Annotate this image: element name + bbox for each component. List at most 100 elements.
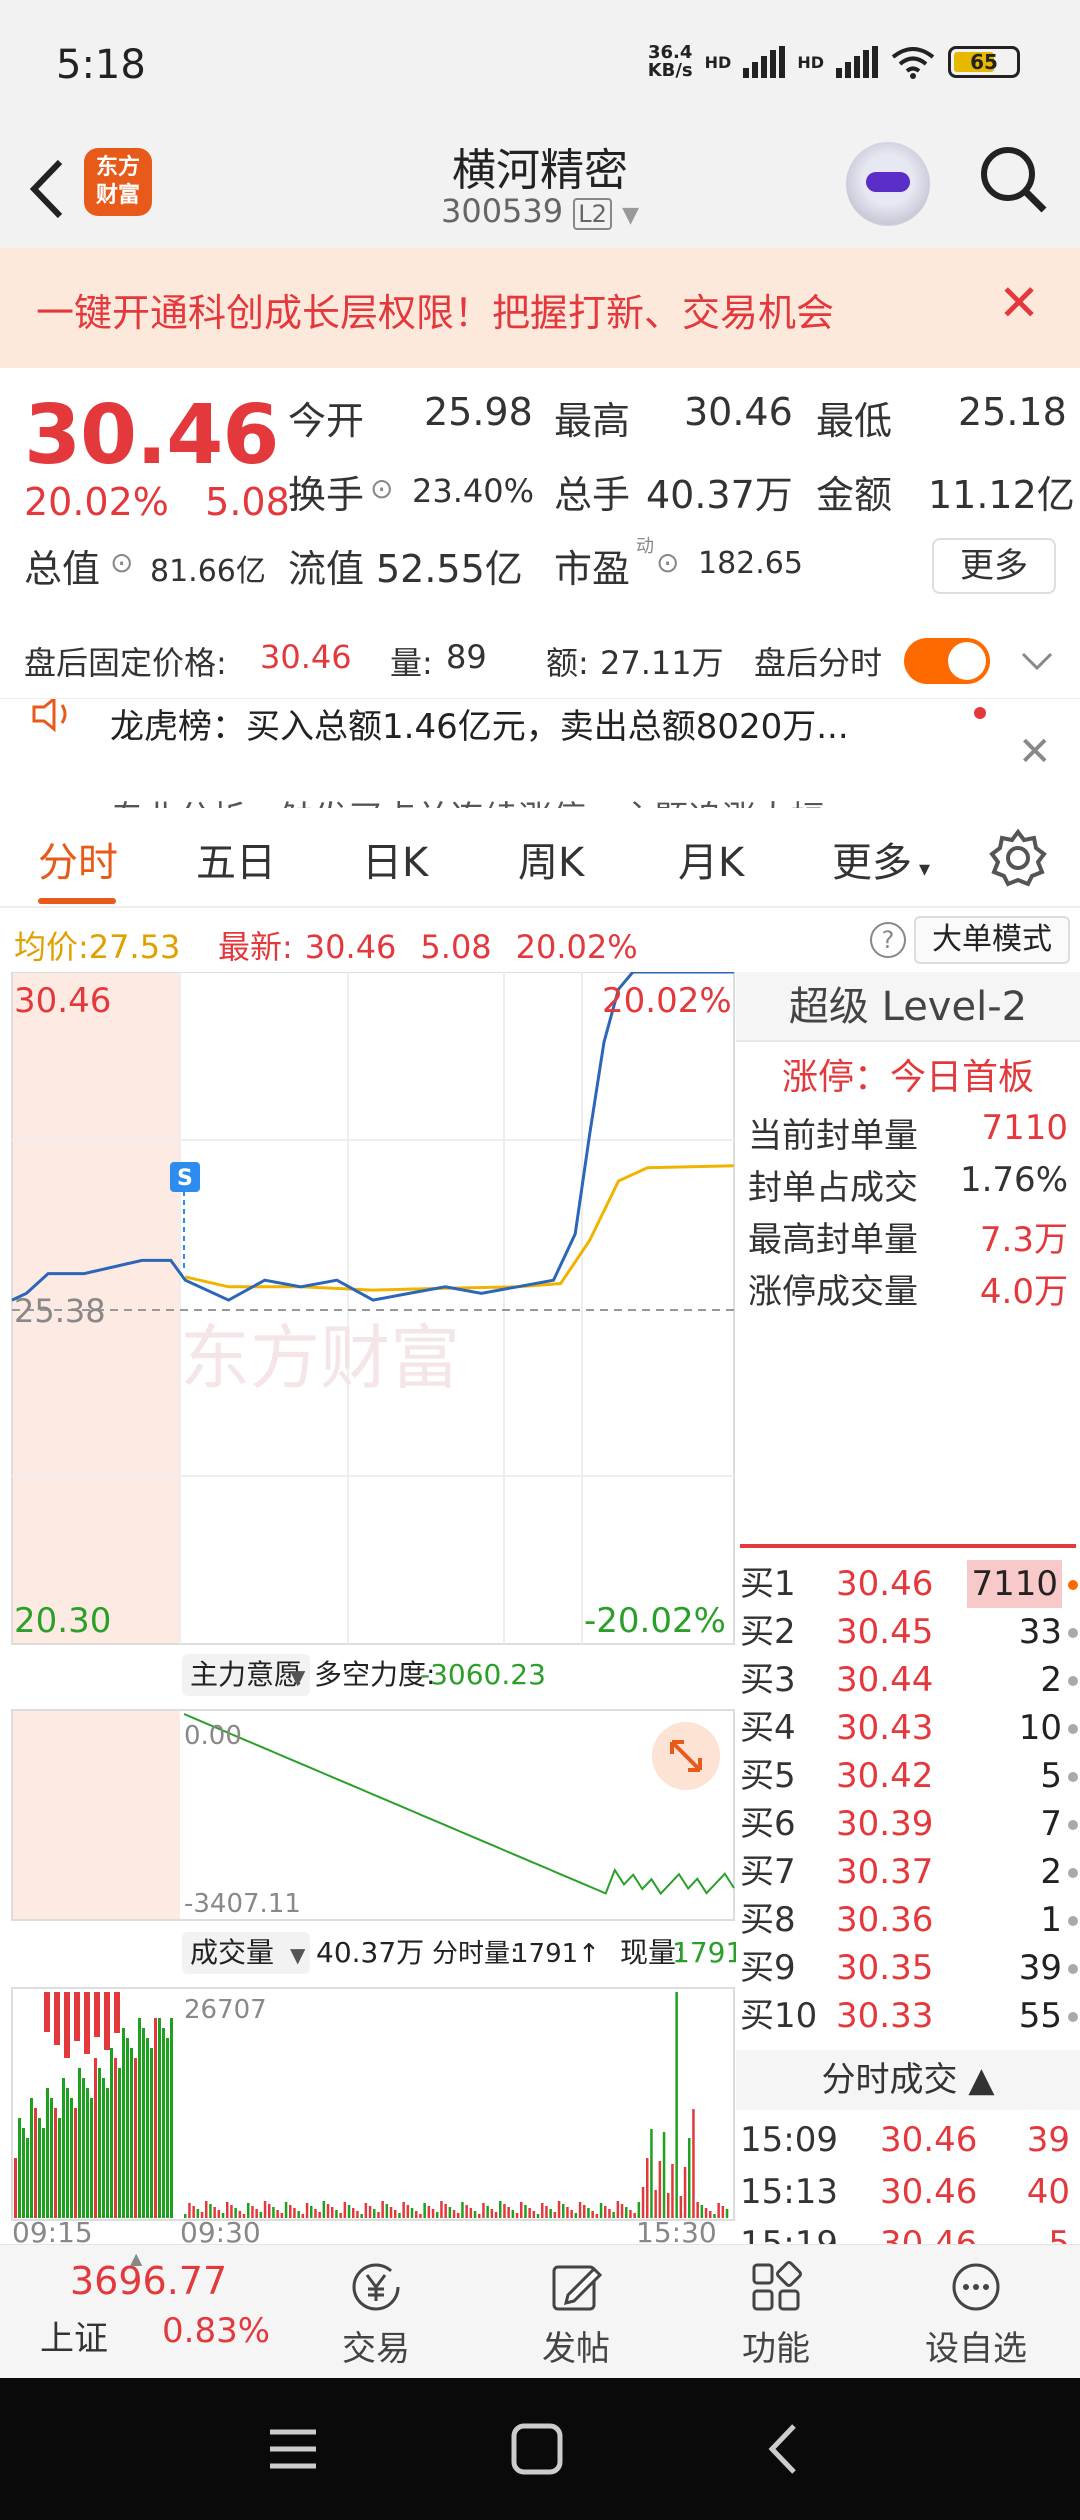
turnover-value: 23.40%: [412, 472, 535, 510]
signal-icon: [743, 46, 786, 78]
bottom-pct-label: -20.02%: [584, 1601, 726, 1641]
index-widget[interactable]: 3696.77 ▲ 上证 0.83%: [0, 2245, 270, 2379]
menu-icon[interactable]: [268, 2426, 318, 2472]
turnover-label: 换手: [288, 473, 365, 517]
tab-weekly-k[interactable]: 周K: [518, 830, 584, 888]
float-label: 流值: [288, 547, 365, 591]
more-button[interactable]: 更多: [932, 538, 1056, 594]
mktcap-label: 总值: [24, 547, 101, 591]
news-ticker[interactable]: 龙虎榜：买入总额1.46亿元，卖出总额8020万... ✕ 专业分析：触发买点并…: [0, 698, 1080, 808]
home-icon[interactable]: [510, 2422, 564, 2476]
top-price-label: 30.46: [14, 981, 111, 1021]
indicator-pre-shade: [12, 1710, 180, 1920]
intraday-chart-svg[interactable]: 东方财富 S 30.46 20.02% 25.38 20.30 -20.02% …: [0, 970, 743, 2249]
top-pct-label: 20.02%: [602, 981, 732, 1021]
speaker-icon: [32, 699, 67, 733]
level2-title[interactable]: 超级 Level-2: [736, 972, 1080, 1042]
bid-row[interactable]: 买2 30.45 33: [740, 1608, 1080, 1656]
after-vol: 89: [446, 638, 487, 676]
search-icon[interactable]: [978, 144, 1048, 214]
nav-watchlist[interactable]: 设自选: [876, 2245, 1076, 2379]
index-arrow-icon: ▲: [130, 2249, 143, 2268]
news-line[interactable]: 龙虎榜：买入总额1.46亿元，卖出总额8020万...: [110, 699, 849, 748]
edit-icon: [552, 2265, 603, 2311]
after-hours-bar: 盘后固定价格: 30.46 量: 89 额: 27.11万 盘后分时: [0, 626, 1080, 698]
price-info-line: 均价:27.53 最新: 30.46 5.08 20.02% ? 大单模式: [0, 910, 1080, 972]
tab-daily-k[interactable]: 日K: [362, 830, 428, 888]
close-icon[interactable]: ✕: [998, 274, 1040, 332]
gear-icon[interactable]: [988, 828, 1048, 888]
index-pct: 0.83%: [162, 2311, 271, 2351]
tab-more[interactable]: 更多 ▾: [832, 830, 930, 888]
chevron-down-icon: ▼: [622, 203, 640, 228]
promo-banner[interactable]: 一键开通科创成长层权限！把握打新、交易机会 ✕: [0, 248, 1080, 368]
intraday-chart[interactable]: 东方财富 S 30.46 20.02% 25.38 20.30 -20.02% …: [0, 970, 743, 2249]
float-value: 52.55亿: [376, 547, 523, 591]
system-nav-bar: [0, 2378, 1080, 2520]
time-start: 09:15: [12, 2216, 93, 2244]
index-value: 3696.77: [70, 2259, 228, 2303]
news-line-2[interactable]: 专业分析：触发买点并连续涨停，主题追涨大幅...: [110, 791, 856, 808]
change-row: 20.02% 5.08: [24, 480, 290, 524]
volume-value: 40.37万: [646, 473, 793, 517]
volume-bars: [14, 1992, 729, 2218]
back-nav-icon[interactable]: [764, 2422, 800, 2476]
volume-min: 1791↑: [512, 1939, 600, 1969]
order-book-divider: [740, 1544, 1076, 1548]
more-dots-icon: [952, 2263, 1000, 2311]
time-mid: 09:30: [180, 2216, 261, 2244]
stock-header: 东方 财富 横河精密 300539 L2 ▼: [0, 130, 1080, 248]
tab-monthly-k[interactable]: 月K: [678, 830, 744, 888]
grid-icon: [752, 2261, 802, 2311]
bid-row[interactable]: 买10 30.33 55: [740, 1992, 1080, 2040]
avg-price: 均价:27.53: [14, 928, 181, 966]
nav-trade[interactable]: 交易: [276, 2245, 476, 2379]
unread-dot: [974, 707, 986, 719]
bid-row[interactable]: 买6 30.39 7: [740, 1800, 1080, 1848]
bid-row[interactable]: 买5 30.42 5: [740, 1752, 1080, 1800]
chevron-down-icon[interactable]: [1020, 650, 1054, 672]
big-order-mode-button[interactable]: 大单模式: [914, 916, 1070, 964]
bottom-nav: 3696.77 ▲ 上证 0.83% 交易 发帖 功能 设自选: [0, 2244, 1080, 2378]
low-value: 25.18: [958, 390, 1067, 434]
l2-badge: L2: [573, 198, 612, 230]
indicator-sub-label: 多空力度:: [314, 1658, 435, 1691]
bid-row[interactable]: 买9 30.35 39: [740, 1944, 1080, 1992]
close-icon[interactable]: ✕: [1018, 729, 1052, 775]
tab-five-day[interactable]: 五日: [196, 830, 276, 888]
nav-post[interactable]: 发帖: [476, 2245, 676, 2379]
tick-title[interactable]: 分时成交 ▲: [736, 2050, 1080, 2110]
volume-total: 40.37万: [316, 1936, 424, 1969]
chevron-down-icon: ▼: [290, 1943, 306, 1967]
promo-text[interactable]: 一键开通科创成长层权限！把握打新、交易机会: [36, 282, 834, 337]
signal-icon-2: [836, 46, 878, 78]
open-label: 今开: [288, 399, 365, 443]
stat-row: 最高封单量 7.3万: [748, 1220, 1068, 1260]
bid-row[interactable]: 买8 30.36 1: [740, 1896, 1080, 1944]
indicator-name: 主力意愿: [190, 1658, 302, 1691]
nav-functions[interactable]: 功能: [676, 2245, 876, 2379]
after-price-label: 盘后固定价格:: [24, 644, 227, 682]
amount-label: 金额: [816, 473, 893, 517]
volume-label: 总手: [554, 473, 631, 517]
help-icon[interactable]: ?: [870, 922, 906, 958]
info-icon[interactable]: ⊙: [110, 546, 133, 579]
bid-row[interactable]: 买7 30.37 2: [740, 1848, 1080, 1896]
info-icon[interactable]: ⊙: [656, 546, 679, 579]
tab-intraday[interactable]: 分时: [38, 830, 118, 888]
bid-row[interactable]: 买4 30.43 10: [740, 1704, 1080, 1752]
high-value: 30.46: [684, 390, 793, 434]
assistant-robot-icon[interactable]: [846, 142, 930, 226]
bid-row[interactable]: 买3 30.44 2: [740, 1656, 1080, 1704]
hd-badge: HD: [704, 52, 732, 72]
after-amt: 27.11万: [600, 644, 724, 682]
volume-max-label: 26707: [184, 1995, 267, 2025]
after-hours-toggle[interactable]: [904, 638, 990, 684]
info-icon[interactable]: ⊙: [370, 472, 393, 505]
stat-row: 涨停成交量 4.0万: [748, 1272, 1068, 1312]
bid-row[interactable]: 买1 30.46 7110: [740, 1560, 1080, 1608]
chart-tabs: 分时 五日 日K 周K 月K 更多 ▾: [0, 808, 1080, 908]
volume-name: 成交量: [190, 1936, 274, 1969]
wifi-icon: [891, 47, 935, 79]
battery-icon: 65: [948, 46, 1020, 78]
